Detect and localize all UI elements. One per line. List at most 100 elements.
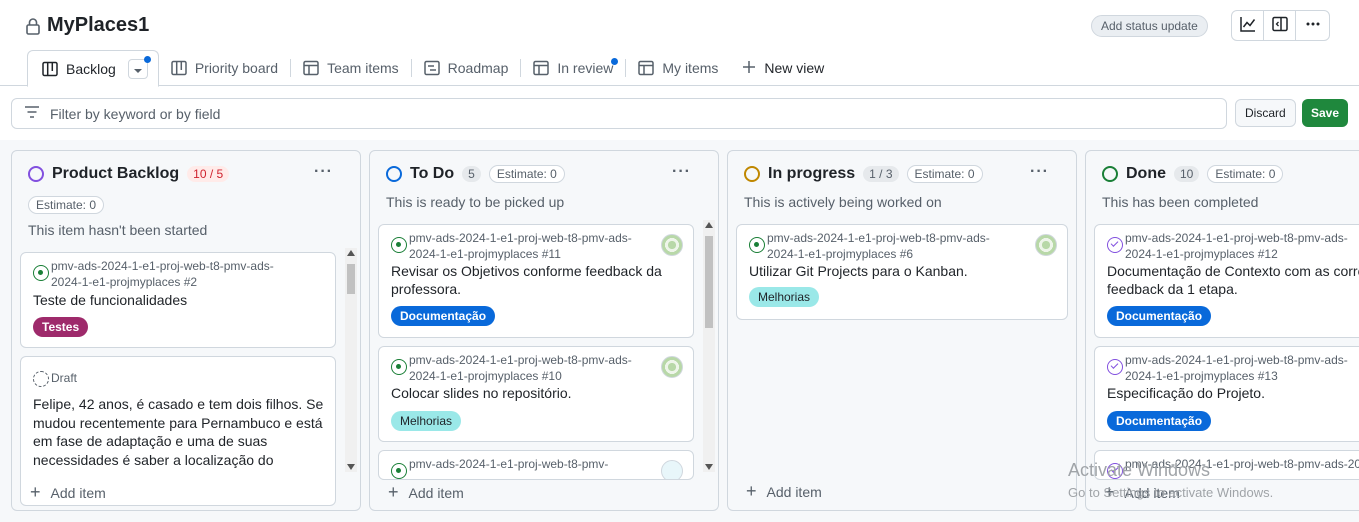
scrollbar[interactable] [703, 220, 715, 472]
estimate-badge: Estimate: 0 [1207, 165, 1284, 183]
column-menu-icon[interactable]: ··· [314, 163, 333, 181]
tab-roadmap[interactable]: Roadmap [412, 50, 521, 86]
scroll-up-icon[interactable] [705, 222, 713, 228]
graph-icon [1239, 16, 1256, 35]
column-description: This is actively being worked on [744, 194, 942, 210]
table-icon [533, 60, 550, 76]
column-menu-icon[interactable]: ··· [1030, 163, 1049, 181]
new-view-button[interactable]: New view [730, 50, 836, 86]
insights-button[interactable] [1232, 11, 1264, 40]
column-menu-icon[interactable]: ··· [672, 163, 691, 181]
card[interactable]: pmv-ads-2024-1-e1-proj-web-t8-pmv- [378, 450, 694, 480]
column-title: In progress [768, 165, 856, 182]
roadmap-icon [423, 60, 440, 76]
filter-input[interactable]: Filter by keyword or by field [11, 98, 1227, 129]
card[interactable]: pmv-ads-2024-1-e1-proj-web-t8-pmv-ads-20… [20, 252, 336, 348]
column-title: Product Backlog [52, 165, 180, 182]
tab-in-review[interactable]: In review [521, 50, 625, 86]
scroll-down-icon[interactable] [347, 464, 355, 470]
add-item-button[interactable]: + Add item [30, 482, 106, 503]
column-header: Product Backlog 10 / 5 [28, 165, 230, 183]
item-count: 5 [462, 166, 481, 182]
add-item-button[interactable]: + Add item [746, 481, 822, 502]
card[interactable]: pmv-ads-2024-1-e1-proj-web-t8-pmv-ads-20… [378, 224, 694, 338]
add-status-update-button[interactable]: Add status update [1091, 15, 1208, 37]
card-title[interactable]: Revisar os Objetivos conforme feedback d… [391, 262, 681, 298]
watermark-subtitle: Go to Settings to activate Windows. [1068, 485, 1274, 500]
column-header: In progress 1 / 3 Estimate: 0 [744, 165, 983, 183]
tab-my-items[interactable]: My items [626, 50, 730, 86]
estimate-badge: Estimate: 0 [906, 165, 983, 183]
tab-backlog[interactable]: Backlog [27, 50, 159, 87]
card-title[interactable]: Utilizar Git Projects para o Kanban. [749, 262, 968, 280]
estimate-badge: Estimate: 0 [488, 165, 565, 183]
closed-issue-icon [1107, 237, 1123, 253]
unsaved-indicator [143, 55, 151, 63]
card[interactable]: pmv-ads-2024-1-e1-proj-web-t8-pmv-ads-20… [1094, 346, 1359, 442]
card[interactable]: pmv-ads-2024-1-e1-proj-web-t8-pmv-ads-20… [378, 346, 694, 442]
tab-label: My items [662, 60, 719, 76]
card-title[interactable]: Teste de funcionalidades [33, 291, 187, 309]
assignee-avatar[interactable] [661, 356, 683, 378]
label-documentacao: Documentação [1107, 411, 1212, 431]
status-circle-icon [28, 166, 44, 182]
card[interactable]: pmv-ads-2024-1-e1-proj-web-t8-pmv-ads-20… [736, 224, 1068, 320]
side-panel-button[interactable] [1264, 11, 1296, 40]
lock-icon [26, 17, 40, 35]
open-issue-icon [391, 237, 407, 253]
assignee-avatar[interactable] [661, 234, 683, 256]
estimate-badge: Estimate: 0 [28, 196, 105, 214]
assignee-avatar[interactable] [661, 460, 683, 479]
card-title[interactable]: Colocar slides no repositório. [391, 384, 572, 402]
activate-windows-watermark: Activate Windows Go to Settings to activ… [1068, 460, 1273, 500]
table-icon [638, 60, 655, 76]
card-reference[interactable]: pmv-ads-2024-1-e1-proj-web-t8-pmv-ads-20… [1125, 352, 1359, 384]
label-documentacao: Documentação [391, 306, 496, 326]
board-icon [42, 61, 58, 77]
table-icon [303, 60, 319, 76]
card-reference[interactable]: pmv-ads-2024-1-e1-proj-web-t8-pmv-ads-20… [409, 230, 649, 262]
view-tabs: Backlog Priority board Team items Roadma… [27, 50, 836, 87]
tab-label: Roadmap [447, 60, 509, 76]
scroll-down-icon[interactable] [705, 464, 713, 470]
scrollbar-thumb[interactable] [705, 236, 713, 328]
project-header: MyPlaces1 Add status update Backlog Prio… [0, 0, 1359, 87]
scrollbar-thumb[interactable] [347, 264, 355, 294]
card-reference[interactable]: pmv-ads-2024-1-e1-proj-web-t8-pmv-ads-20… [1125, 230, 1359, 262]
card-title[interactable]: Felipe, 42 anos, é casado e tem dois fil… [33, 395, 325, 469]
filter-icon [24, 105, 40, 122]
card-reference[interactable]: pmv-ads-2024-1-e1-proj-web-t8-pmv-ads-20… [409, 352, 649, 384]
more-options-button[interactable] [1296, 11, 1329, 40]
card[interactable]: pmv-ads-2024-1-e1-proj-web-t8-pmv-ads-20… [1094, 224, 1359, 338]
status-circle-icon [386, 166, 402, 182]
card-reference[interactable]: pmv-ads-2024-1-e1-proj-web-t8-pmv-ads-20… [51, 258, 291, 290]
card-title[interactable]: Especificação do Projeto. [1107, 384, 1265, 402]
assignee-avatar[interactable] [1035, 234, 1057, 256]
label-testes: Testes [33, 317, 89, 337]
scrollbar[interactable] [345, 248, 357, 472]
unsaved-indicator [611, 58, 619, 65]
column-description: This has been completed [1102, 194, 1259, 210]
tab-label: Team items [327, 60, 399, 76]
discard-button[interactable]: Discard [1235, 99, 1296, 127]
tab-priority-board[interactable]: Priority board [159, 50, 290, 86]
column-done: Done 10 Estimate: 0 This has been comple… [1085, 150, 1359, 511]
watermark-title: Activate Windows [1068, 460, 1211, 480]
title-row: MyPlaces1 [26, 14, 149, 37]
column-description: This item hasn't been started [28, 222, 208, 238]
tab-label: Priority board [194, 60, 279, 76]
column-header: To Do 5 Estimate: 0 [386, 165, 565, 183]
save-button[interactable]: Save [1302, 99, 1349, 127]
scroll-up-icon[interactable] [347, 250, 355, 256]
kebab-icon [1305, 16, 1321, 35]
card-title[interactable]: Documentação de Contexto com as corre do… [1107, 262, 1359, 298]
label-melhorias: Melhorias [391, 411, 462, 431]
item-count: 10 / 5 [187, 166, 230, 182]
plus-icon: + [388, 482, 399, 502]
view-options-dropdown[interactable] [127, 55, 151, 79]
add-item-button[interactable]: + Add item [388, 482, 464, 503]
card-reference[interactable]: pmv-ads-2024-1-e1-proj-web-t8-pmv-ads-20… [767, 230, 1007, 262]
card-reference: Draft [51, 371, 78, 385]
card-reference[interactable]: pmv-ads-2024-1-e1-proj-web-t8-pmv- [409, 456, 649, 472]
tab-team-items[interactable]: Team items [291, 50, 411, 86]
